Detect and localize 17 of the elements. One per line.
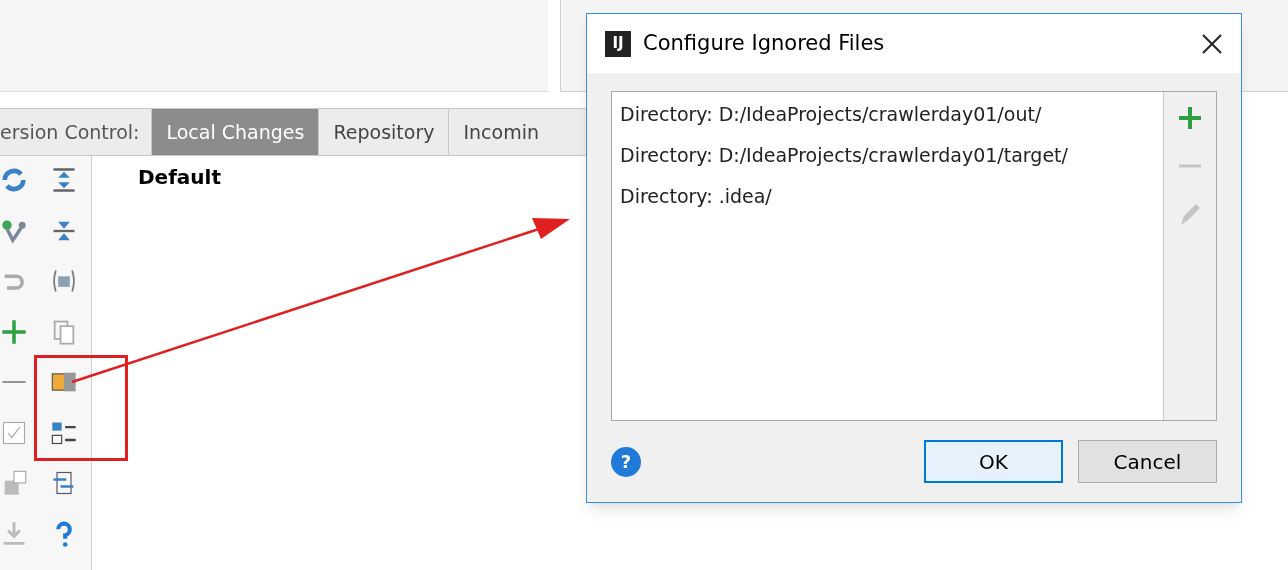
folder-icon[interactable] [50,267,78,295]
tool-window-label: ersion Control: [0,119,141,145]
close-icon[interactable] [1201,32,1223,55]
cancel-button[interactable]: Cancel [1078,440,1217,483]
tab[interactable]: Repository [318,109,449,155]
add-icon[interactable] [0,317,28,346]
ignored-entry[interactable]: Directory: D:/IdeaProjects/crawlerday01/target/ [620,139,1163,171]
ok-button[interactable]: OK [924,440,1063,483]
help-button[interactable]: ? [611,446,641,477]
ignored-entry[interactable]: Directory: D:/IdeaProjects/crawlerday01/out/ [620,98,1163,130]
dialog-title: Configure Ignored Files [643,29,886,57]
refresh-icon[interactable] [0,166,28,194]
add-icon[interactable] [1178,106,1202,130]
app-logo: IJ [605,30,631,57]
changelist-title: Default [138,165,222,189]
ignored-entry[interactable]: Directory: .idea/ [620,180,1163,212]
tab[interactable]: Incomin [448,109,553,155]
